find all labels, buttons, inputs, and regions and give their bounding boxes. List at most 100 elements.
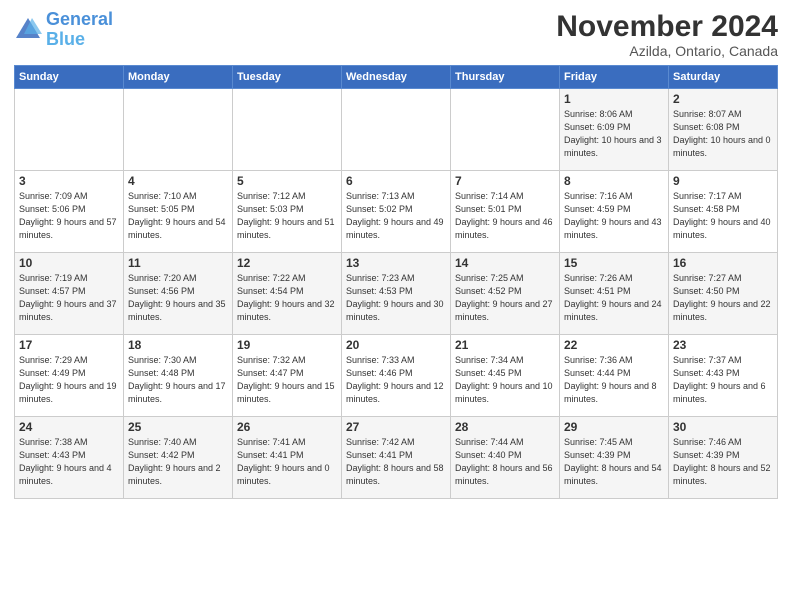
calendar-cell: 3 Sunrise: 7:09 AMSunset: 5:06 PMDayligh… (15, 171, 124, 253)
day-number: 20 (346, 338, 446, 352)
calendar-cell: 29 Sunrise: 7:45 AMSunset: 4:39 PMDaylig… (560, 417, 669, 499)
day-number: 13 (346, 256, 446, 270)
calendar-cell: 23 Sunrise: 7:37 AMSunset: 4:43 PMDaylig… (669, 335, 778, 417)
header-sunday: Sunday (15, 66, 124, 89)
day-number: 15 (564, 256, 664, 270)
day-info: Sunrise: 7:29 AMSunset: 4:49 PMDaylight:… (19, 354, 119, 406)
page-container: General Blue November 2024 Azilda, Ontar… (0, 0, 792, 507)
calendar-cell: 9 Sunrise: 7:17 AMSunset: 4:58 PMDayligh… (669, 171, 778, 253)
day-info: Sunrise: 7:17 AMSunset: 4:58 PMDaylight:… (673, 190, 773, 242)
header-wednesday: Wednesday (342, 66, 451, 89)
calendar-cell (124, 89, 233, 171)
calendar-table: Sunday Monday Tuesday Wednesday Thursday… (14, 65, 778, 499)
day-info: Sunrise: 7:45 AMSunset: 4:39 PMDaylight:… (564, 436, 664, 488)
day-info: Sunrise: 7:19 AMSunset: 4:57 PMDaylight:… (19, 272, 119, 324)
calendar-cell: 17 Sunrise: 7:29 AMSunset: 4:49 PMDaylig… (15, 335, 124, 417)
day-info: Sunrise: 7:38 AMSunset: 4:43 PMDaylight:… (19, 436, 119, 488)
calendar-cell: 1 Sunrise: 8:06 AMSunset: 6:09 PMDayligh… (560, 89, 669, 171)
day-number: 17 (19, 338, 119, 352)
calendar-cell: 22 Sunrise: 7:36 AMSunset: 4:44 PMDaylig… (560, 335, 669, 417)
header-friday: Friday (560, 66, 669, 89)
header-row-days: Sunday Monday Tuesday Wednesday Thursday… (15, 66, 778, 89)
calendar-cell: 24 Sunrise: 7:38 AMSunset: 4:43 PMDaylig… (15, 417, 124, 499)
location: Azilda, Ontario, Canada (556, 43, 778, 59)
calendar-cell (451, 89, 560, 171)
header-thursday: Thursday (451, 66, 560, 89)
day-number: 2 (673, 92, 773, 106)
day-number: 10 (19, 256, 119, 270)
logo-icon (14, 16, 42, 44)
day-number: 11 (128, 256, 228, 270)
day-number: 23 (673, 338, 773, 352)
calendar-cell: 4 Sunrise: 7:10 AMSunset: 5:05 PMDayligh… (124, 171, 233, 253)
day-info: Sunrise: 7:37 AMSunset: 4:43 PMDaylight:… (673, 354, 773, 406)
calendar-cell (342, 89, 451, 171)
calendar-cell: 11 Sunrise: 7:20 AMSunset: 4:56 PMDaylig… (124, 253, 233, 335)
calendar-week-1: 3 Sunrise: 7:09 AMSunset: 5:06 PMDayligh… (15, 171, 778, 253)
calendar-cell: 20 Sunrise: 7:33 AMSunset: 4:46 PMDaylig… (342, 335, 451, 417)
day-number: 14 (455, 256, 555, 270)
day-number: 30 (673, 420, 773, 434)
day-number: 29 (564, 420, 664, 434)
calendar-week-2: 10 Sunrise: 7:19 AMSunset: 4:57 PMDaylig… (15, 253, 778, 335)
day-info: Sunrise: 7:10 AMSunset: 5:05 PMDaylight:… (128, 190, 228, 242)
calendar-cell: 7 Sunrise: 7:14 AMSunset: 5:01 PMDayligh… (451, 171, 560, 253)
calendar-cell: 19 Sunrise: 7:32 AMSunset: 4:47 PMDaylig… (233, 335, 342, 417)
day-number: 24 (19, 420, 119, 434)
day-number: 9 (673, 174, 773, 188)
calendar-cell: 30 Sunrise: 7:46 AMSunset: 4:39 PMDaylig… (669, 417, 778, 499)
calendar-cell: 13 Sunrise: 7:23 AMSunset: 4:53 PMDaylig… (342, 253, 451, 335)
day-info: Sunrise: 7:22 AMSunset: 4:54 PMDaylight:… (237, 272, 337, 324)
calendar-cell: 2 Sunrise: 8:07 AMSunset: 6:08 PMDayligh… (669, 89, 778, 171)
day-number: 4 (128, 174, 228, 188)
header-saturday: Saturday (669, 66, 778, 89)
calendar-cell: 15 Sunrise: 7:26 AMSunset: 4:51 PMDaylig… (560, 253, 669, 335)
day-info: Sunrise: 7:14 AMSunset: 5:01 PMDaylight:… (455, 190, 555, 242)
day-info: Sunrise: 7:23 AMSunset: 4:53 PMDaylight:… (346, 272, 446, 324)
day-info: Sunrise: 7:42 AMSunset: 4:41 PMDaylight:… (346, 436, 446, 488)
header-monday: Monday (124, 66, 233, 89)
day-number: 5 (237, 174, 337, 188)
calendar-week-3: 17 Sunrise: 7:29 AMSunset: 4:49 PMDaylig… (15, 335, 778, 417)
calendar-cell: 14 Sunrise: 7:25 AMSunset: 4:52 PMDaylig… (451, 253, 560, 335)
calendar-cell: 18 Sunrise: 7:30 AMSunset: 4:48 PMDaylig… (124, 335, 233, 417)
day-info: Sunrise: 7:34 AMSunset: 4:45 PMDaylight:… (455, 354, 555, 406)
header-row: General Blue November 2024 Azilda, Ontar… (14, 10, 778, 59)
day-info: Sunrise: 7:09 AMSunset: 5:06 PMDaylight:… (19, 190, 119, 242)
day-info: Sunrise: 7:32 AMSunset: 4:47 PMDaylight:… (237, 354, 337, 406)
calendar-cell: 16 Sunrise: 7:27 AMSunset: 4:50 PMDaylig… (669, 253, 778, 335)
day-number: 12 (237, 256, 337, 270)
day-info: Sunrise: 7:40 AMSunset: 4:42 PMDaylight:… (128, 436, 228, 488)
calendar-week-0: 1 Sunrise: 8:06 AMSunset: 6:09 PMDayligh… (15, 89, 778, 171)
header-tuesday: Tuesday (233, 66, 342, 89)
day-number: 18 (128, 338, 228, 352)
day-number: 26 (237, 420, 337, 434)
day-number: 1 (564, 92, 664, 106)
day-number: 28 (455, 420, 555, 434)
month-title: November 2024 (556, 10, 778, 43)
day-info: Sunrise: 7:26 AMSunset: 4:51 PMDaylight:… (564, 272, 664, 324)
calendar-cell: 8 Sunrise: 7:16 AMSunset: 4:59 PMDayligh… (560, 171, 669, 253)
day-number: 25 (128, 420, 228, 434)
day-info: Sunrise: 8:06 AMSunset: 6:09 PMDaylight:… (564, 108, 664, 160)
day-info: Sunrise: 7:44 AMSunset: 4:40 PMDaylight:… (455, 436, 555, 488)
day-info: Sunrise: 7:16 AMSunset: 4:59 PMDaylight:… (564, 190, 664, 242)
day-number: 22 (564, 338, 664, 352)
calendar-cell: 10 Sunrise: 7:19 AMSunset: 4:57 PMDaylig… (15, 253, 124, 335)
day-info: Sunrise: 7:30 AMSunset: 4:48 PMDaylight:… (128, 354, 228, 406)
day-info: Sunrise: 7:36 AMSunset: 4:44 PMDaylight:… (564, 354, 664, 406)
calendar-cell: 6 Sunrise: 7:13 AMSunset: 5:02 PMDayligh… (342, 171, 451, 253)
day-info: Sunrise: 7:20 AMSunset: 4:56 PMDaylight:… (128, 272, 228, 324)
logo-text: General Blue (46, 10, 113, 50)
calendar-cell (233, 89, 342, 171)
calendar-cell: 21 Sunrise: 7:34 AMSunset: 4:45 PMDaylig… (451, 335, 560, 417)
title-block: November 2024 Azilda, Ontario, Canada (556, 10, 778, 59)
logo: General Blue (14, 10, 113, 50)
calendar-week-4: 24 Sunrise: 7:38 AMSunset: 4:43 PMDaylig… (15, 417, 778, 499)
day-info: Sunrise: 7:25 AMSunset: 4:52 PMDaylight:… (455, 272, 555, 324)
day-number: 16 (673, 256, 773, 270)
day-info: Sunrise: 7:33 AMSunset: 4:46 PMDaylight:… (346, 354, 446, 406)
day-number: 8 (564, 174, 664, 188)
calendar-cell: 5 Sunrise: 7:12 AMSunset: 5:03 PMDayligh… (233, 171, 342, 253)
day-number: 3 (19, 174, 119, 188)
